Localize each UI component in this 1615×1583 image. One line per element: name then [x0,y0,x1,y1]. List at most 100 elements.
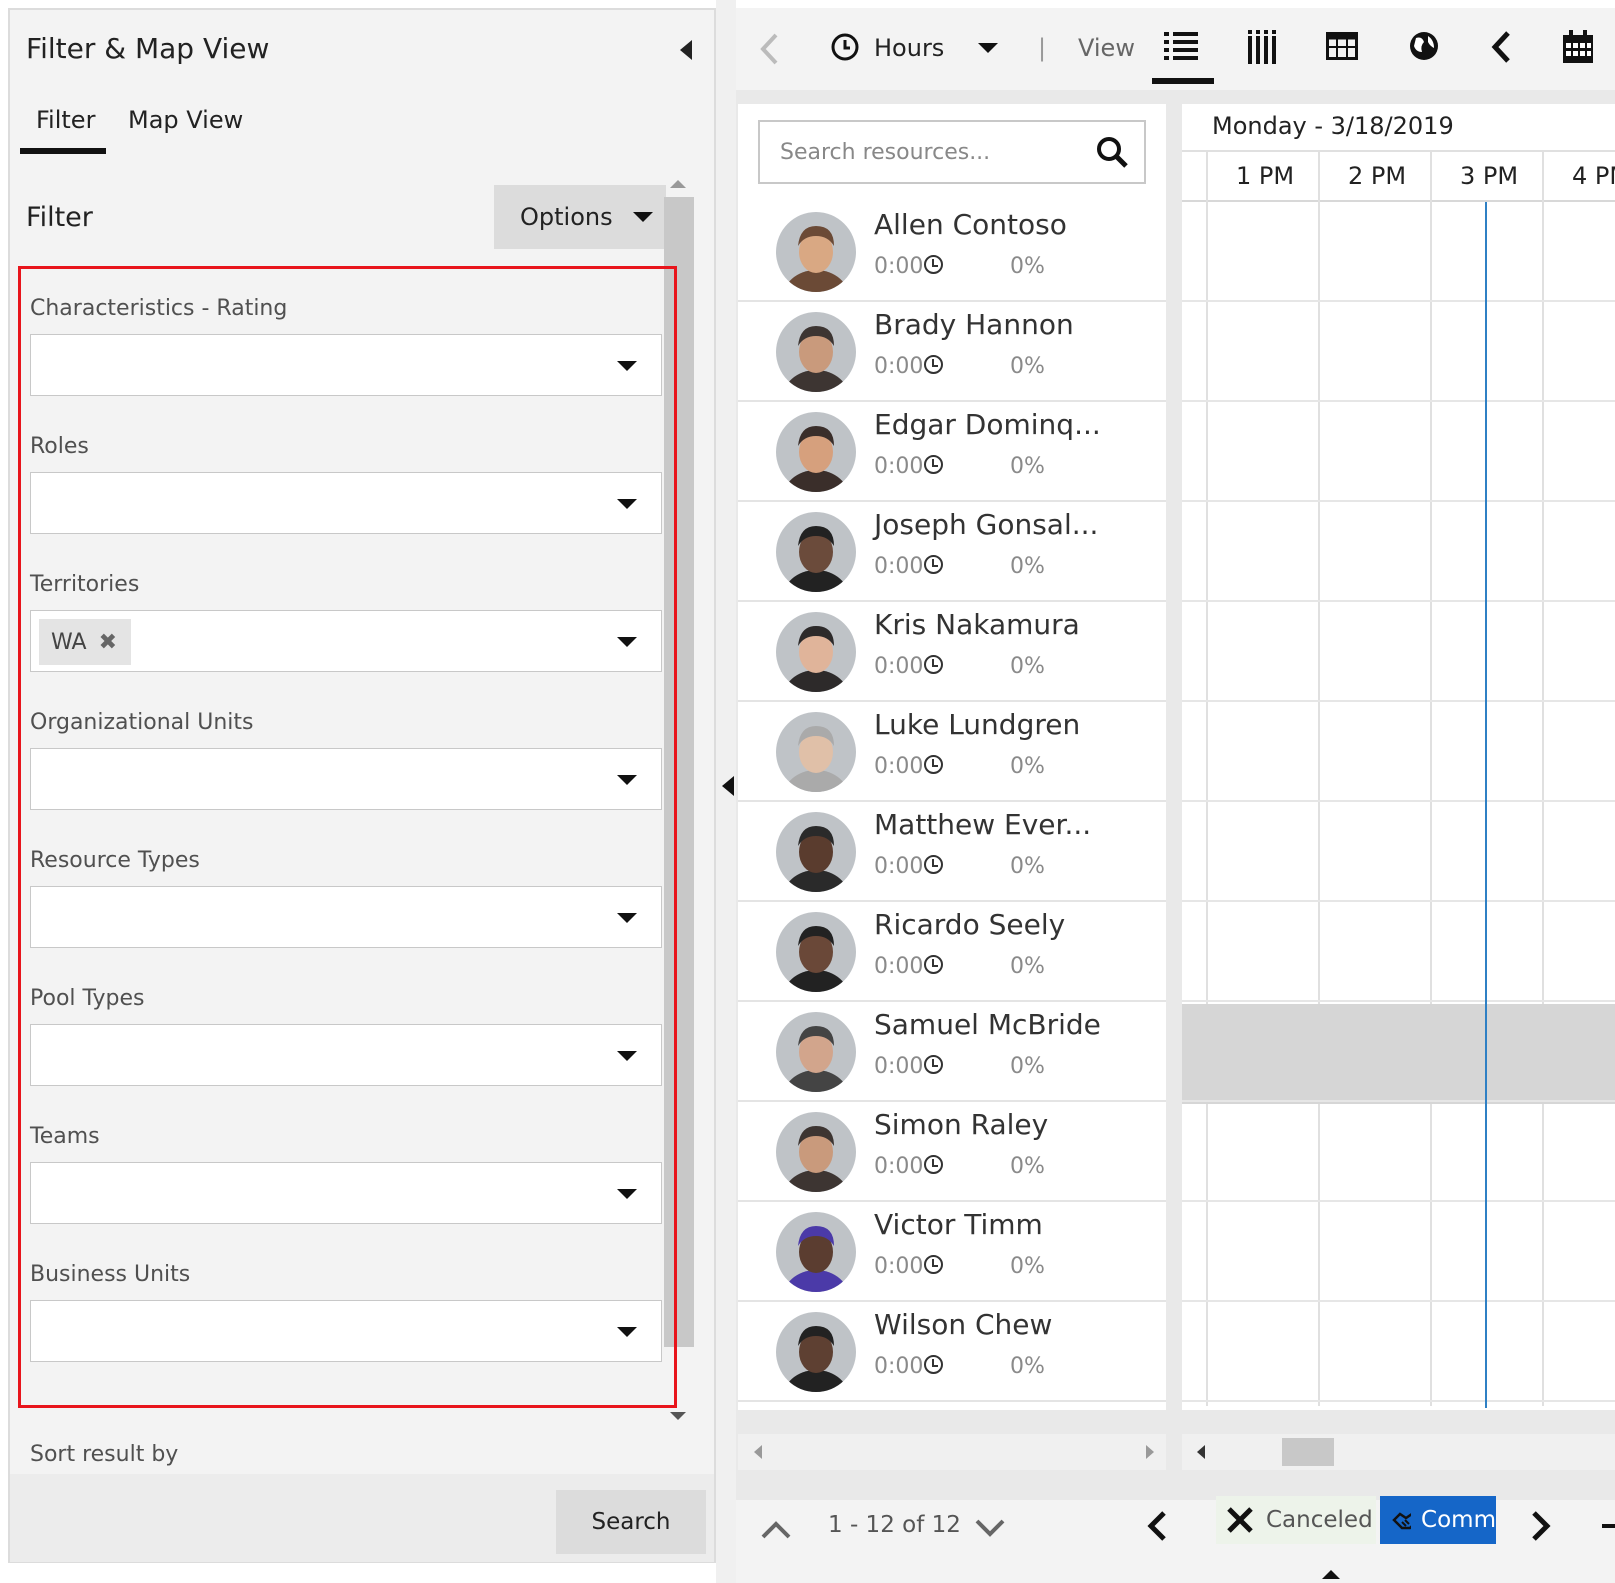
hour-gridline [1430,150,1432,1406]
clock-icon [924,755,943,774]
pool-types-select[interactable] [30,1024,662,1086]
resource-name[interactable]: Allen Contoso [874,208,1067,241]
clock-icon [924,555,943,574]
timeline-hscrollbar[interactable] [1182,1434,1615,1470]
resource-name[interactable]: Joseph Gonsal... [874,508,1098,541]
resource-utilization: 0% [1010,1254,1045,1279]
list-view-icon[interactable] [1164,30,1198,60]
scroll-left-icon[interactable] [1197,1445,1205,1459]
avatar [776,512,856,592]
resource-row[interactable]: Edgar Dominq... 0:00 0% [738,402,1166,502]
avatar [776,1312,856,1392]
toolbar-separator: | [1038,34,1047,62]
avatar [776,812,856,892]
resource-name[interactable]: Samuel McBride [874,1008,1101,1041]
unavailable-block[interactable] [1182,1004,1615,1104]
collapse-panel-icon[interactable] [680,40,692,60]
resource-name[interactable]: Matthew Ever... [874,808,1091,841]
search-resources-input[interactable]: Search resources... [758,120,1146,184]
timeline-row-divider [1182,500,1615,502]
resource-row[interactable]: Brady Hannon 0:00 0% [738,302,1166,402]
resource-row[interactable]: Matthew Ever... 0:00 0% [738,802,1166,902]
back-icon[interactable] [758,32,780,66]
resource-name[interactable]: Simon Raley [874,1108,1048,1141]
options-label: Options [520,203,613,231]
resource-utilization: 0% [1010,454,1045,479]
resource-types-select[interactable] [30,886,662,948]
search-icon[interactable] [1096,136,1128,168]
grid-view-icon[interactable] [1326,32,1358,60]
resource-row[interactable]: Kris Nakamura 0:00 0% [738,602,1166,702]
view-label: View [1078,34,1135,62]
chevron-down-icon [617,361,637,371]
tab-filter[interactable]: Filter [36,106,95,134]
scroll-left-icon[interactable] [754,1445,762,1459]
scroll-right-icon[interactable] [1146,1445,1154,1459]
resource-hours: 0:00 [874,254,924,279]
minus-icon[interactable] [1602,1524,1615,1528]
timeline-row-divider [1182,1100,1615,1102]
resource-name[interactable]: Kris Nakamura [874,608,1080,641]
options-button[interactable]: Options [494,185,666,249]
chevron-down-icon [617,913,637,923]
resource-row[interactable]: Victor Timm 0:00 0% [738,1202,1166,1302]
collapse-splitter-icon[interactable] [722,776,734,796]
chip-label: WA [51,629,87,655]
resource-name[interactable]: Luke Lundgren [874,708,1080,741]
resource-name[interactable]: Brady Hannon [874,308,1074,341]
remove-chip-icon[interactable]: ✖ [99,630,117,655]
business-units-select[interactable] [30,1300,662,1362]
resource-hours: 0:00 [874,1054,924,1079]
calendar-icon[interactable] [1562,30,1594,64]
territories-select[interactable]: WA ✖ [30,610,662,672]
hours-label[interactable]: Hours [874,34,944,62]
hours-dropdown-icon[interactable] [978,43,998,53]
resource-hours: 0:00 [874,1254,924,1279]
tab-map-view[interactable]: Map View [128,106,243,134]
clock-icon [924,1155,943,1174]
resource-hscrollbar[interactable] [738,1434,1166,1470]
clock-icon [924,1255,943,1274]
avatar [776,912,856,992]
resource-row[interactable]: Simon Raley 0:00 0% [738,1102,1166,1202]
resource-name[interactable]: Victor Timm [874,1208,1043,1241]
timeline-scroll-thumb[interactable] [1282,1438,1334,1466]
globe-icon[interactable] [1408,30,1440,62]
teams-select[interactable] [30,1162,662,1224]
organizational-units-select[interactable] [30,748,662,810]
clock-icon [924,255,943,274]
active-tab-indicator [20,148,106,154]
scroll-up-icon[interactable] [670,180,686,188]
legend-next-icon[interactable] [1530,1510,1552,1542]
chevron-down-icon [617,1327,637,1337]
roles-select[interactable] [30,472,662,534]
panel-title: Filter & Map View [26,32,270,65]
chevron-up-icon[interactable] [760,1518,792,1540]
resource-row[interactable]: Allen Contoso 0:00 0% [738,202,1166,302]
columns-view-icon[interactable] [1248,30,1276,64]
hour-header-divider [1182,200,1615,202]
resource-name[interactable]: Wilson Chew [874,1308,1052,1341]
pager-text: 1 - 12 of 12 [828,1512,961,1538]
resource-row[interactable]: Wilson Chew 0:00 0% [738,1302,1166,1402]
scroll-down-icon[interactable] [670,1412,686,1420]
resource-utilization: 0% [1010,254,1045,279]
search-button[interactable]: Search [556,1490,706,1554]
current-time-marker [1485,202,1487,1408]
schedule-toolbar: Hours | View [736,8,1615,90]
chevron-down-icon [617,499,637,509]
resource-name[interactable]: Edgar Dominq... [874,408,1101,441]
resource-row[interactable]: Ricardo Seely 0:00 0% [738,902,1166,1002]
chevron-down-icon[interactable] [974,1518,1006,1540]
clock-icon [924,655,943,674]
resource-row[interactable]: Samuel McBride 0:00 0% [738,1002,1166,1102]
resource-name[interactable]: Ricardo Seely [874,908,1065,941]
resource-row[interactable]: Joseph Gonsal... 0:00 0% [738,502,1166,602]
hour-gridline [1542,150,1544,1406]
legend-prev-icon[interactable] [1146,1510,1168,1542]
previous-icon[interactable] [1490,30,1512,64]
characteristics-rating-select[interactable] [30,334,662,396]
resource-row[interactable]: Luke Lundgren 0:00 0% [738,702,1166,802]
resource-hours: 0:00 [874,554,924,579]
expand-up-icon[interactable] [1322,1570,1340,1579]
